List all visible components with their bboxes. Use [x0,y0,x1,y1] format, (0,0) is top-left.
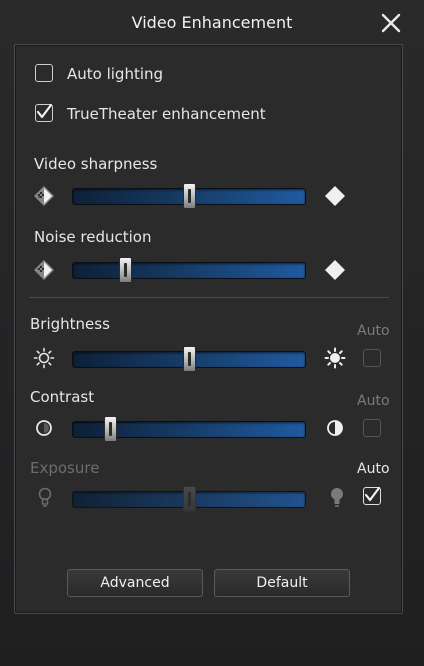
contrast-slider[interactable] [72,416,306,442]
contrast-low-icon [34,418,54,442]
checkmark-icon [364,486,381,502]
exposure-high-icon [329,487,345,513]
exposure-slider[interactable] [72,486,306,512]
noise-reduction-thumb[interactable] [119,257,132,283]
checkmark-icon [36,103,53,119]
advanced-button[interactable]: Advanced [67,569,203,597]
video-sharpness-label: Video sharpness [34,155,158,173]
video-enhancement-dialog: Video Enhancement Auto lighting TrueThea… [0,0,424,666]
video-sharpness-thumb[interactable] [183,183,196,209]
sharpness-high-icon [324,185,346,211]
brightness-auto-label: Auto [357,323,390,339]
contrast-high-icon [325,418,345,442]
brightness-slider[interactable] [72,346,306,372]
truetheater-checkbox[interactable] [35,103,53,122]
auto-lighting-label: Auto lighting [67,65,164,83]
title-bar: Video Enhancement [0,0,424,46]
contrast-auto-checkbox[interactable] [363,419,381,437]
dialog-title: Video Enhancement [131,13,293,32]
contrast-thumb[interactable] [104,416,117,442]
brightness-high-icon [324,347,346,373]
contrast-label: Contrast [30,388,95,406]
brightness-thumb[interactable] [183,346,196,372]
noise-high-icon [324,259,346,285]
video-sharpness-slider[interactable] [72,183,306,209]
exposure-thumb[interactable] [183,486,196,512]
exposure-low-icon [37,487,53,513]
auto-lighting-checkbox[interactable] [35,64,53,82]
exposure-label: Exposure [30,459,100,477]
brightness-auto-checkbox[interactable] [363,349,381,367]
default-button[interactable]: Default [214,569,350,597]
noise-reduction-slider[interactable] [72,257,306,283]
section-divider [29,297,389,298]
sharpness-low-icon [33,185,55,211]
close-icon[interactable] [378,10,404,36]
truetheater-label: TrueTheater enhancement [67,105,266,123]
noise-reduction-label: Noise reduction [34,228,152,246]
noise-low-icon [33,259,55,285]
exposure-auto-label: Auto [357,461,390,477]
brightness-low-icon [33,347,55,373]
exposure-auto-checkbox[interactable] [363,486,381,505]
brightness-label: Brightness [30,315,110,333]
settings-panel: Auto lighting TrueTheater enhancement Vi… [14,44,403,614]
contrast-auto-label: Auto [357,393,390,409]
